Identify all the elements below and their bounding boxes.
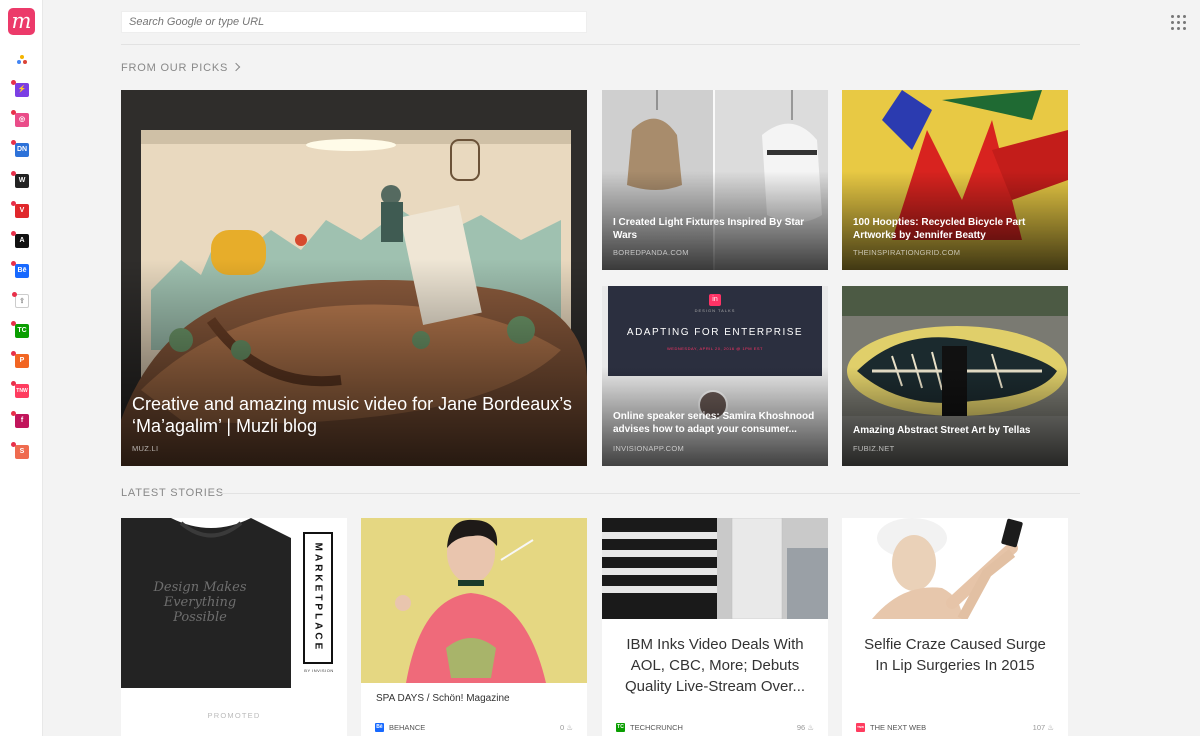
flame-icon: ♨ bbox=[566, 722, 573, 732]
story-image bbox=[361, 518, 587, 683]
pick-source: MUZ.LI bbox=[132, 444, 159, 453]
share-count: 96 ♨ bbox=[796, 722, 814, 732]
abduzeedo-source-icon[interactable]: A bbox=[11, 231, 29, 248]
pick-title[interactable]: Online speaker series: Samira Khoshnood … bbox=[613, 410, 818, 436]
fubiz-source-icon[interactable]: f bbox=[11, 411, 29, 428]
webdesigner-depot-source-icon[interactable]: W bbox=[11, 171, 29, 188]
pick-title[interactable]: Creative and amazing music video for Jan… bbox=[132, 393, 577, 437]
story-image bbox=[602, 518, 828, 619]
producthunt-source-icon[interactable]: ⚡ bbox=[11, 80, 29, 97]
story-source[interactable]: TECHCRUNCH bbox=[630, 723, 683, 732]
shirt-lettering: Design Makes Everything Possible bbox=[153, 580, 247, 625]
divider bbox=[121, 44, 1080, 45]
story-headline[interactable]: Selfie Craze Caused Surge In Lip Surgeri… bbox=[842, 634, 1068, 676]
promoted-card[interactable]: Design Makes Everything Possible MARKETP… bbox=[121, 518, 347, 736]
latest-section-title: LATEST STORIES bbox=[121, 487, 224, 499]
pick-source: FUBIZ.NET bbox=[853, 444, 895, 453]
story-image bbox=[842, 518, 1068, 619]
pick-card-invision[interactable]: in DESIGN TALKS ADAPTING FOR ENTERPRISE … bbox=[602, 286, 828, 466]
portrait-image bbox=[361, 518, 587, 683]
search-input[interactable] bbox=[121, 11, 587, 33]
pick-card-featured[interactable]: Creative and amazing music video for Jan… bbox=[121, 90, 587, 466]
building-image bbox=[602, 518, 828, 619]
story-card-ibm[interactable]: IBM Inks Video Deals With AOL, CBC, More… bbox=[602, 518, 828, 736]
pick-source: INVISIONAPP.COM bbox=[613, 444, 685, 453]
techcrunch-source-icon[interactable]: TC bbox=[11, 321, 29, 338]
share-count: 0 ♨ bbox=[560, 722, 573, 732]
vectips-source-icon[interactable]: V bbox=[11, 201, 29, 218]
story-source[interactable]: BEHANCE bbox=[389, 723, 425, 732]
pick-card-street-art[interactable]: Amazing Abstract Street Art by Tellas FU… bbox=[842, 286, 1068, 466]
pick-title[interactable]: I Created Light Fixtures Inspired By Sta… bbox=[613, 216, 818, 242]
story-meta: TNW THE NEXT WEB 107 ♨ bbox=[856, 722, 1054, 732]
promoted-label: PROMOTED bbox=[207, 711, 261, 720]
designer-news-source-icon[interactable]: DN bbox=[11, 140, 29, 157]
dribbble-source-icon[interactable]: ◎ bbox=[11, 110, 29, 127]
banner-kicker: DESIGN TALKS bbox=[694, 308, 736, 313]
story-meta: Bē BEHANCE 0 ♨ bbox=[375, 722, 573, 732]
smashing-source-icon[interactable]: S bbox=[11, 442, 29, 459]
invision-logo: in bbox=[709, 294, 721, 306]
banner-date: WEDNESDAY, APRIL 20, 2016 @ 1PM EST bbox=[667, 346, 763, 351]
marketplace-by: BY INVISION bbox=[304, 668, 334, 673]
the-next-web-source-icon[interactable]: TNW bbox=[11, 381, 29, 398]
pick-card-hoopties[interactable]: 100 Hoopties: Recycled Bicycle Part Artw… bbox=[842, 90, 1068, 270]
the-next-web-icon: TNW bbox=[856, 722, 865, 732]
story-headline[interactable]: IBM Inks Video Deals With AOL, CBC, More… bbox=[602, 634, 828, 697]
story-card-selfie[interactable]: Selfie Craze Caused Surge In Lip Surgeri… bbox=[842, 518, 1068, 736]
story-card-spa-days[interactable]: SPA DAYS / Schön! Magazine Bē BEHANCE 0 … bbox=[361, 518, 587, 736]
flame-icon: ♨ bbox=[807, 722, 814, 732]
behance-source-icon[interactable]: Bē bbox=[11, 261, 29, 278]
story-source[interactable]: THE NEXT WEB bbox=[870, 723, 926, 732]
behance-icon: Bē bbox=[375, 722, 384, 732]
marketplace-badge: MARKETPLACE bbox=[303, 532, 333, 664]
picks-section-title[interactable]: FROM OUR PICKS bbox=[121, 62, 241, 74]
pick-title[interactable]: 100 Hoopties: Recycled Bicycle Part Artw… bbox=[853, 216, 1058, 242]
story-headline[interactable]: SPA DAYS / Schön! Magazine bbox=[376, 693, 510, 704]
chevron-right-icon bbox=[231, 62, 241, 72]
divider bbox=[220, 493, 1080, 494]
pick-source: BOREDPANDA.COM bbox=[613, 248, 689, 257]
share-count: 107 ♨ bbox=[1032, 722, 1054, 732]
muzli-logo[interactable]: m bbox=[8, 8, 35, 35]
selfie-image bbox=[842, 518, 1068, 619]
techcrunch-icon: TC bbox=[616, 722, 625, 732]
flame-icon: ♨ bbox=[1047, 722, 1054, 732]
google-source-icon[interactable] bbox=[15, 53, 29, 67]
product-p-source-icon[interactable]: P bbox=[11, 351, 29, 368]
pick-title[interactable]: Amazing Abstract Street Art by Tellas bbox=[853, 424, 1058, 437]
sidebar: m ⚡ ◎ DN W V A Bē ⇪ TC P TNW f S bbox=[0, 0, 43, 736]
pick-source: THEINSPIRATIONGRID.COM bbox=[853, 248, 961, 257]
banner-title: ADAPTING FOR ENTERPRISE bbox=[626, 327, 804, 338]
share-source-icon[interactable]: ⇪ bbox=[12, 292, 29, 308]
apps-grid-icon[interactable] bbox=[1171, 15, 1186, 30]
marketplace-image: Design Makes Everything Possible MARKETP… bbox=[121, 518, 347, 688]
event-banner: in DESIGN TALKS ADAPTING FOR ENTERPRISE … bbox=[608, 286, 822, 376]
pick-card-light-fixtures[interactable]: I Created Light Fixtures Inspired By Sta… bbox=[602, 90, 828, 270]
story-meta: TC TECHCRUNCH 96 ♨ bbox=[616, 722, 814, 732]
